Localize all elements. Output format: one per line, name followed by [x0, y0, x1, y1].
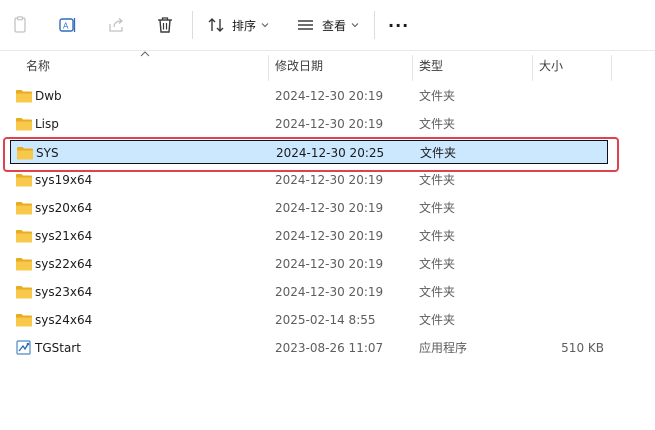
file-name: Lisp: [35, 117, 59, 131]
file-type: 文件夹: [419, 117, 456, 131]
svg-text:A: A: [63, 22, 69, 31]
file-size: [530, 112, 604, 136]
chevron-down-icon: [261, 23, 269, 28]
folder-icon: [16, 145, 34, 161]
file-row[interactable]: sys22x64 2024-12-30 20:19 文件夹: [10, 252, 608, 276]
column-size[interactable]: 大小: [533, 52, 611, 80]
command-bar: A 排序 查看 ···: [0, 0, 655, 51]
file-type: 文件夹: [419, 201, 456, 215]
file-date: 2024-12-30 20:19: [275, 285, 384, 299]
file-date: 2025-02-14 8:55: [275, 313, 376, 327]
file-row[interactable]: sys24x64 2025-02-14 8:55 文件夹: [10, 308, 608, 332]
file-type: 文件夹: [420, 146, 457, 160]
file-size: [530, 168, 604, 192]
file-row[interactable]: Dwb 2024-12-30 20:19 文件夹: [10, 84, 608, 108]
file-size: [530, 224, 604, 248]
file-name: Dwb: [35, 89, 62, 103]
column-name[interactable]: 名称: [20, 52, 268, 80]
view-list-icon: [296, 15, 316, 35]
file-date: 2024-12-30 20:25: [276, 146, 385, 160]
file-type: 应用程序: [419, 341, 468, 355]
column-divider[interactable]: [611, 55, 612, 81]
file-type: 文件夹: [419, 89, 456, 103]
folder-icon: [15, 284, 33, 300]
delete-button[interactable]: [155, 12, 175, 38]
rename-icon: A: [58, 15, 78, 35]
file-date: 2023-08-26 11:07: [275, 341, 384, 355]
file-type: 文件夹: [419, 285, 456, 299]
share-icon: [106, 15, 126, 35]
file-type: 文件夹: [419, 229, 456, 243]
clipboard-icon: [10, 15, 30, 35]
folder-icon: [15, 172, 33, 188]
column-header: 名称 修改日期 类型 大小: [0, 51, 655, 81]
file-size: [531, 141, 605, 165]
file-type: 文件夹: [419, 257, 456, 271]
view-label: 查看: [322, 18, 347, 33]
file-size: 510 KB: [561, 341, 604, 355]
file-row[interactable]: SYS 2024-12-30 20:25 文件夹: [10, 140, 608, 164]
file-date: 2024-12-30 20:19: [275, 201, 384, 215]
folder-icon: [15, 256, 33, 272]
file-row[interactable]: Lisp 2024-12-30 20:19 文件夹: [10, 112, 608, 136]
file-size: [530, 308, 604, 332]
file-row[interactable]: sys21x64 2024-12-30 20:19 文件夹: [10, 224, 608, 248]
app-icon: [15, 340, 33, 356]
file-type: 文件夹: [419, 313, 456, 327]
file-size: [530, 84, 604, 108]
share-button[interactable]: [106, 12, 126, 38]
file-name: SYS: [36, 146, 59, 160]
file-type: 文件夹: [419, 173, 456, 187]
rename-button[interactable]: A: [58, 12, 78, 38]
file-name: sys19x64: [35, 173, 93, 187]
more-options-button[interactable]: ···: [388, 12, 409, 38]
sort-button[interactable]: 排序: [206, 12, 269, 38]
file-name: sys20x64: [35, 201, 93, 215]
file-size: [530, 280, 604, 304]
file-date: 2024-12-30 20:19: [275, 89, 384, 103]
toolbar-divider: [374, 11, 375, 39]
file-date: 2024-12-30 20:19: [275, 173, 384, 187]
trash-icon: [155, 15, 175, 35]
file-date: 2024-12-30 20:19: [275, 257, 384, 271]
file-row[interactable]: sys19x64 2024-12-30 20:19 文件夹: [10, 168, 608, 192]
column-date[interactable]: 修改日期: [269, 52, 412, 80]
file-row[interactable]: sys23x64 2024-12-30 20:19 文件夹: [10, 280, 608, 304]
more-icon: ···: [388, 15, 410, 35]
file-date: 2024-12-30 20:19: [275, 117, 384, 131]
file-name: sys22x64: [35, 257, 93, 271]
file-row[interactable]: TGStart 2023-08-26 11:07 应用程序 510 KB: [10, 336, 608, 360]
file-name: TGStart: [35, 341, 81, 355]
file-name: sys24x64: [35, 313, 93, 327]
sort-label: 排序: [232, 18, 257, 33]
column-type[interactable]: 类型: [413, 52, 532, 80]
folder-icon: [15, 312, 33, 328]
toolbar-divider: [192, 11, 193, 39]
sort-icon: [206, 15, 226, 35]
chevron-down-icon: [351, 23, 359, 28]
folder-icon: [15, 116, 33, 132]
file-name: sys23x64: [35, 285, 93, 299]
file-size: [530, 252, 604, 276]
view-button[interactable]: 查看: [296, 12, 359, 38]
copy-button[interactable]: [10, 12, 30, 38]
folder-icon: [15, 228, 33, 244]
file-date: 2024-12-30 20:19: [275, 229, 384, 243]
file-name: sys21x64: [35, 229, 93, 243]
folder-icon: [15, 200, 33, 216]
file-row[interactable]: sys20x64 2024-12-30 20:19 文件夹: [10, 196, 608, 220]
folder-icon: [15, 88, 33, 104]
file-size: [530, 196, 604, 220]
